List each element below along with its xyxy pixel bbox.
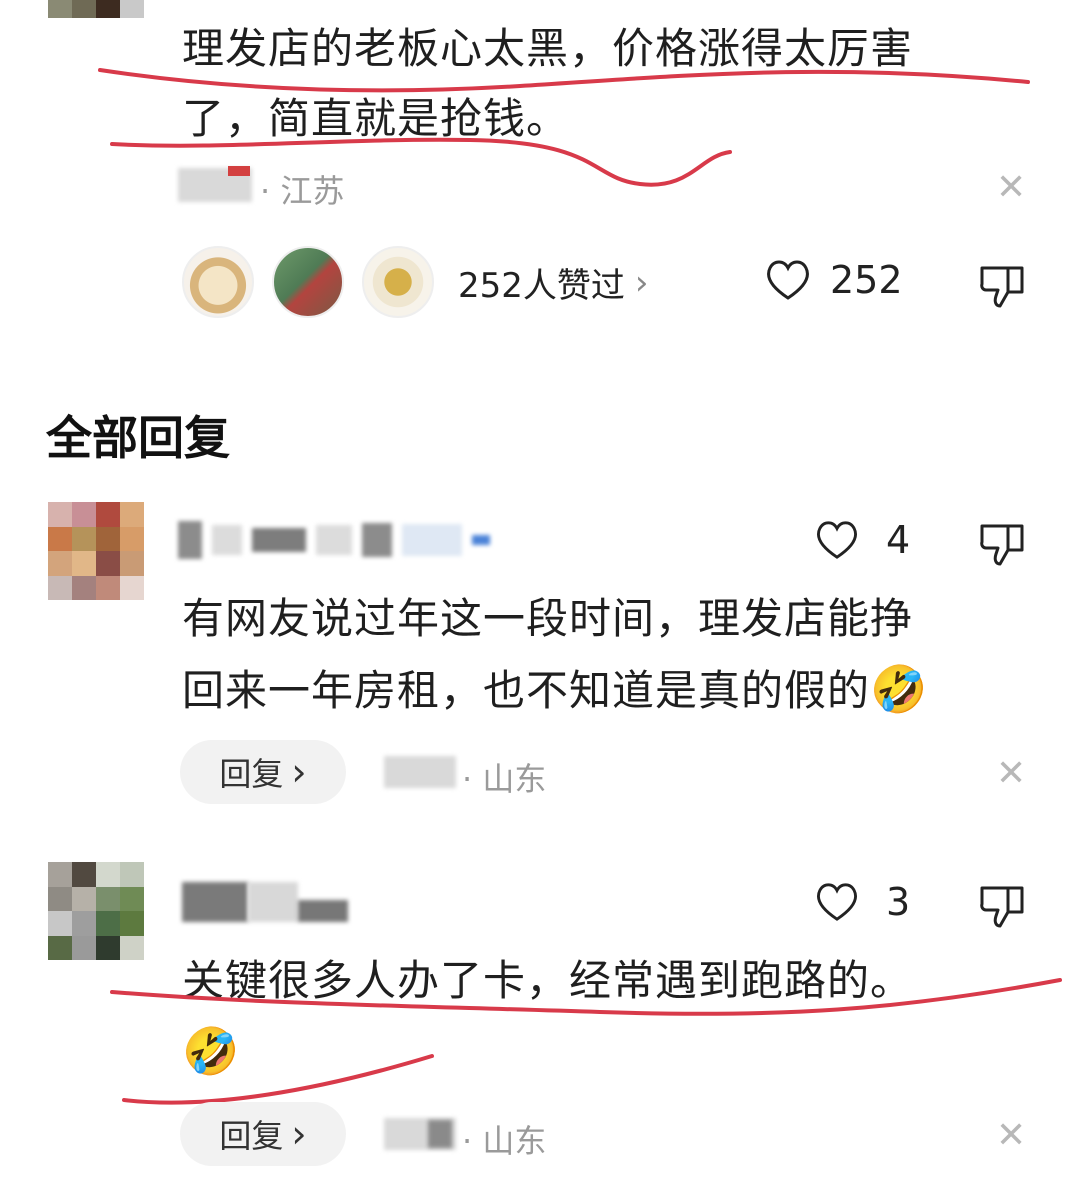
username-redacted bbox=[178, 518, 528, 562]
chevron-right-icon: › bbox=[634, 262, 649, 303]
close-icon[interactable]: ✕ bbox=[996, 1118, 1026, 1154]
like-count: 3 bbox=[886, 880, 911, 924]
redacted-mark bbox=[428, 1120, 452, 1148]
like-button[interactable]: 252 bbox=[764, 258, 903, 302]
thumbs-down-icon[interactable] bbox=[978, 520, 1026, 566]
reply-text-segment: 回来一年房租，也不知道是真的假的 bbox=[182, 666, 871, 715]
username-redacted bbox=[384, 756, 456, 788]
reply-button-label: 回复 bbox=[219, 755, 284, 793]
like-button[interactable]: 3 bbox=[814, 880, 910, 924]
avatar[interactable] bbox=[182, 246, 254, 318]
like-count: 4 bbox=[886, 518, 911, 562]
chevron-right-icon: › bbox=[291, 1112, 307, 1156]
like-count: 252 bbox=[830, 258, 903, 302]
reply-button[interactable]: 回复 › bbox=[180, 740, 346, 804]
likers-link[interactable]: 252人赞过 › bbox=[458, 258, 649, 307]
section-title: 全部回复 bbox=[46, 411, 230, 465]
thumbs-down-icon[interactable] bbox=[978, 262, 1026, 308]
avatar[interactable] bbox=[362, 246, 434, 318]
close-icon[interactable]: ✕ bbox=[996, 170, 1026, 206]
comment-location: · 江苏 bbox=[260, 172, 345, 210]
reply-text: 有网友说过年这一段时间，理发店能挣 回来一年房租，也不知道是真的假的🤣 bbox=[182, 584, 1042, 726]
annotation-underline bbox=[98, 68, 1030, 187]
close-icon[interactable]: ✕ bbox=[996, 756, 1026, 792]
chevron-right-icon: › bbox=[291, 750, 307, 794]
avatar[interactable] bbox=[272, 246, 344, 318]
redacted-mark bbox=[228, 166, 250, 176]
avatar[interactable] bbox=[48, 862, 144, 960]
likers-label: 252人赞过 bbox=[458, 266, 625, 306]
reply-location: · 山东 bbox=[462, 760, 547, 798]
heart-icon bbox=[767, 260, 809, 300]
reply-button[interactable]: 回复 › bbox=[180, 1102, 346, 1166]
annotation-underline bbox=[110, 978, 1062, 1105]
heart-icon bbox=[817, 883, 857, 921]
reply-location: · 山东 bbox=[462, 1122, 547, 1160]
reply-button-label: 回复 bbox=[219, 1117, 284, 1155]
thumbs-down-icon[interactable] bbox=[978, 882, 1026, 928]
heart-icon bbox=[817, 521, 857, 559]
username-redacted bbox=[182, 880, 352, 922]
avatar[interactable] bbox=[48, 502, 144, 600]
laughing-crying-emoji-icon: 🤣 bbox=[870, 662, 929, 716]
like-button[interactable]: 4 bbox=[814, 518, 910, 562]
reply-text-line: 回来一年房租，也不知道是真的假的🤣 bbox=[182, 654, 1042, 726]
reply-text-line: 有网友说过年这一段时间，理发店能挣 bbox=[182, 594, 914, 643]
